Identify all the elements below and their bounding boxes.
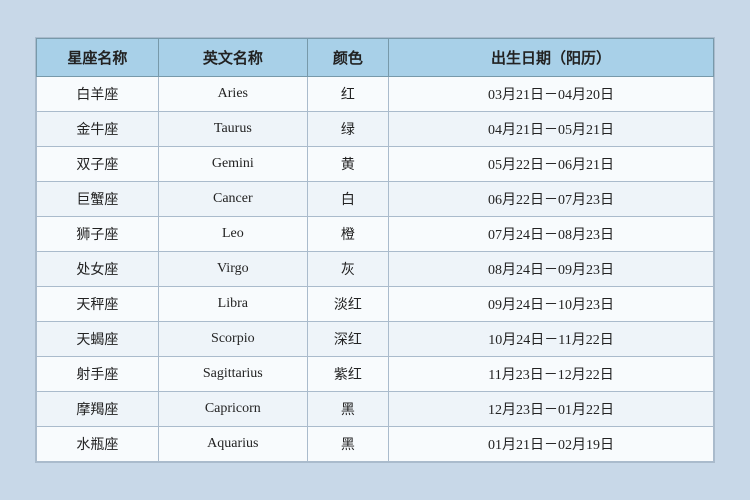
header-color: 颜色 (307, 39, 388, 77)
cell-color: 白 (307, 182, 388, 217)
cell-date: 10月24日－11月22日 (389, 322, 714, 357)
table-row: 白羊座Aries红03月21日－04月20日 (37, 77, 714, 112)
cell-zh-name: 水瓶座 (37, 427, 159, 462)
cell-color: 深红 (307, 322, 388, 357)
cell-en-name: Virgo (158, 252, 307, 287)
cell-en-name: Cancer (158, 182, 307, 217)
header-date: 出生日期（阳历） (389, 39, 714, 77)
cell-zh-name: 金牛座 (37, 112, 159, 147)
cell-zh-name: 巨蟹座 (37, 182, 159, 217)
zodiac-table-container: 星座名称 英文名称 颜色 出生日期（阳历） 白羊座Aries红03月21日－04… (35, 37, 715, 463)
cell-color: 黑 (307, 427, 388, 462)
cell-color: 灰 (307, 252, 388, 287)
table-header-row: 星座名称 英文名称 颜色 出生日期（阳历） (37, 39, 714, 77)
cell-color: 黑 (307, 392, 388, 427)
cell-zh-name: 双子座 (37, 147, 159, 182)
cell-en-name: Scorpio (158, 322, 307, 357)
cell-color: 红 (307, 77, 388, 112)
table-row: 天蝎座Scorpio深红10月24日－11月22日 (37, 322, 714, 357)
cell-zh-name: 射手座 (37, 357, 159, 392)
cell-color: 绿 (307, 112, 388, 147)
cell-date: 01月21日－02月19日 (389, 427, 714, 462)
cell-en-name: Sagittarius (158, 357, 307, 392)
cell-zh-name: 天蝎座 (37, 322, 159, 357)
cell-en-name: Gemini (158, 147, 307, 182)
cell-date: 07月24日－08月23日 (389, 217, 714, 252)
cell-date: 05月22日－06月21日 (389, 147, 714, 182)
cell-en-name: Aries (158, 77, 307, 112)
cell-zh-name: 处女座 (37, 252, 159, 287)
cell-zh-name: 摩羯座 (37, 392, 159, 427)
cell-color: 黄 (307, 147, 388, 182)
header-en-name: 英文名称 (158, 39, 307, 77)
cell-date: 11月23日－12月22日 (389, 357, 714, 392)
table-row: 金牛座Taurus绿04月21日－05月21日 (37, 112, 714, 147)
cell-en-name: Libra (158, 287, 307, 322)
cell-date: 03月21日－04月20日 (389, 77, 714, 112)
cell-date: 09月24日－10月23日 (389, 287, 714, 322)
cell-zh-name: 天秤座 (37, 287, 159, 322)
cell-zh-name: 狮子座 (37, 217, 159, 252)
cell-en-name: Capricorn (158, 392, 307, 427)
table-row: 射手座Sagittarius紫红11月23日－12月22日 (37, 357, 714, 392)
cell-color: 淡红 (307, 287, 388, 322)
cell-date: 06月22日－07月23日 (389, 182, 714, 217)
cell-date: 12月23日－01月22日 (389, 392, 714, 427)
cell-date: 04月21日－05月21日 (389, 112, 714, 147)
table-body: 白羊座Aries红03月21日－04月20日金牛座Taurus绿04月21日－0… (37, 77, 714, 462)
table-row: 水瓶座Aquarius黑01月21日－02月19日 (37, 427, 714, 462)
zodiac-table: 星座名称 英文名称 颜色 出生日期（阳历） 白羊座Aries红03月21日－04… (36, 38, 714, 462)
table-row: 狮子座Leo橙07月24日－08月23日 (37, 217, 714, 252)
header-zh-name: 星座名称 (37, 39, 159, 77)
cell-color: 橙 (307, 217, 388, 252)
table-row: 巨蟹座Cancer白06月22日－07月23日 (37, 182, 714, 217)
cell-date: 08月24日－09月23日 (389, 252, 714, 287)
cell-color: 紫红 (307, 357, 388, 392)
table-row: 双子座Gemini黄05月22日－06月21日 (37, 147, 714, 182)
cell-en-name: Leo (158, 217, 307, 252)
cell-en-name: Aquarius (158, 427, 307, 462)
cell-en-name: Taurus (158, 112, 307, 147)
table-row: 处女座Virgo灰08月24日－09月23日 (37, 252, 714, 287)
cell-zh-name: 白羊座 (37, 77, 159, 112)
table-row: 摩羯座Capricorn黑12月23日－01月22日 (37, 392, 714, 427)
table-row: 天秤座Libra淡红09月24日－10月23日 (37, 287, 714, 322)
